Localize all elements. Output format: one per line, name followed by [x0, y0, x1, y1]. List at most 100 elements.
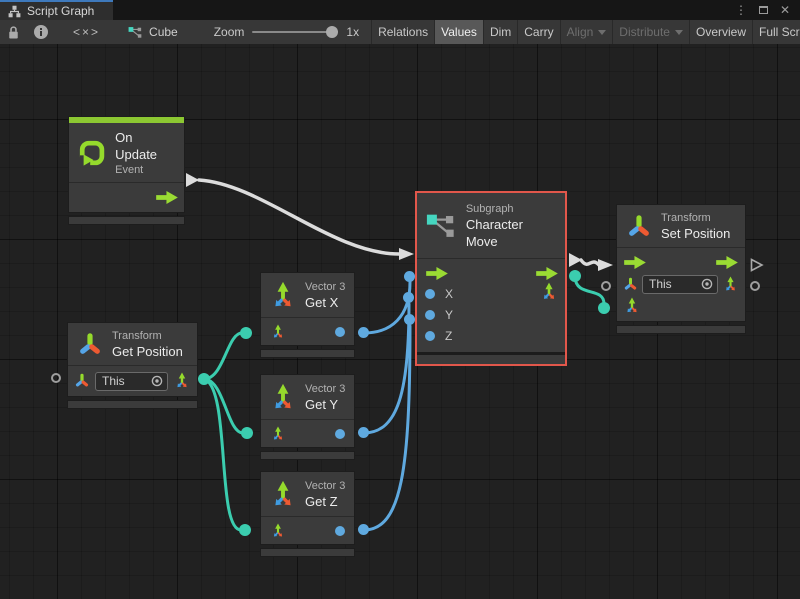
flow-output-port[interactable] — [715, 256, 739, 269]
script-graph-window: Script Graph ⋮ ✕ <×> Cube Zoom 1x Relati… — [0, 0, 800, 599]
object-picker-icon[interactable] — [151, 375, 163, 387]
toolbar-button-overview[interactable]: Overview — [689, 20, 752, 44]
zoom-label: Zoom — [214, 25, 245, 39]
node-title: Get Position — [112, 343, 183, 360]
vector3-icon — [539, 282, 559, 302]
node-get-position[interactable]: Transform Get Position — [67, 322, 198, 409]
wire-getz-to-charactermove-z[interactable] — [364, 326, 410, 530]
target-field[interactable] — [642, 275, 718, 294]
loop-event-icon — [78, 138, 106, 168]
graph-hierarchy-icon — [8, 5, 21, 18]
graph-toolbar: <×> Cube Zoom 1x Relations Values Dim Ca… — [0, 20, 800, 44]
value-output-port[interactable] — [335, 526, 345, 536]
charactermove-value-out-port[interactable] — [569, 270, 581, 282]
lock-button[interactable] — [0, 20, 27, 44]
getposition-value-out-port[interactable] — [198, 373, 210, 385]
wire-charactermove-to-setposition[interactable] — [581, 260, 599, 265]
input-port-z[interactable] — [425, 331, 435, 341]
value-output-port[interactable] — [335, 327, 345, 337]
toolbar-button-dim[interactable]: Dim — [483, 20, 517, 44]
getx-value-out-connector[interactable] — [358, 327, 369, 338]
setposition-target-in-port[interactable] — [601, 281, 611, 291]
object-picker-icon[interactable] — [701, 278, 713, 290]
toolbar-button-carry[interactable]: Carry — [517, 20, 559, 44]
charactermove-z-wire-end[interactable] — [404, 314, 415, 325]
node-get-z[interactable]: Vector 3 Get Z — [260, 471, 355, 557]
value-output-port[interactable] — [335, 429, 345, 439]
node-title: Get Z — [305, 493, 345, 510]
node-character-move[interactable]: Subgraph Character Move X — [415, 191, 567, 366]
node-title: Set Position — [661, 225, 730, 242]
toolbar-button-distribute: Distribute — [612, 20, 689, 44]
vector3-icon — [270, 324, 286, 340]
charactermove-y-wire-end[interactable] — [403, 292, 414, 303]
charactermove-flow-out-connector[interactable] — [569, 253, 582, 267]
breadcrumb[interactable]: Cube — [118, 20, 188, 44]
node-get-x[interactable]: Vector 3 Get X — [260, 272, 355, 358]
target-input[interactable] — [649, 277, 701, 291]
graph-canvas[interactable]: On Update Event Transform Get Position — [0, 44, 800, 599]
wire-charactermove-out-to-setposition-value[interactable] — [575, 277, 604, 304]
getposition-target-in-port[interactable] — [51, 373, 61, 383]
node-on-update[interactable]: On Update Event — [68, 116, 185, 225]
caret-down-icon — [675, 30, 683, 35]
flow-input-port[interactable] — [425, 267, 449, 280]
toolbar-button-relations[interactable]: Relations — [371, 20, 434, 44]
getz-value-in-port[interactable] — [239, 524, 251, 536]
tab-script-graph[interactable]: Script Graph — [0, 0, 113, 20]
tab-label: Script Graph — [27, 4, 94, 18]
lock-icon — [7, 25, 20, 40]
gety-value-in-port[interactable] — [241, 427, 253, 439]
close-button[interactable]: ✕ — [776, 2, 794, 18]
menu-kebab-icon[interactable]: ⋮ — [732, 2, 750, 18]
wire-onupdate-to-charactermove[interactable] — [199, 180, 399, 254]
node-get-y[interactable]: Vector 3 Get Y — [260, 374, 355, 460]
charactermove-flow-in-arrowhead[interactable] — [399, 248, 414, 260]
node-set-position[interactable]: Transform Set Position — [616, 204, 746, 334]
node-title: Get X — [305, 294, 345, 311]
maximize-icon — [759, 6, 768, 14]
setposition-value-in-port[interactable] — [598, 302, 610, 314]
input-port-x[interactable] — [425, 289, 435, 299]
setposition-flow-out-port[interactable] — [750, 258, 764, 272]
vector3-icon — [270, 426, 286, 442]
node-footer — [260, 548, 355, 557]
zoom-slider[interactable] — [252, 31, 338, 33]
gety-value-out-connector[interactable] — [358, 427, 369, 438]
setposition-flow-in-arrowhead[interactable] — [598, 259, 613, 271]
zoom-slider-handle[interactable] — [326, 26, 338, 38]
info-button[interactable] — [27, 20, 55, 44]
node-title: Get Y — [305, 396, 345, 413]
flow-output-port[interactable] — [535, 267, 559, 280]
caret-down-icon — [598, 30, 606, 35]
maximize-button[interactable] — [754, 2, 772, 18]
toolbar-button-values[interactable]: Values — [434, 20, 483, 44]
flow-input-port[interactable] — [623, 256, 647, 269]
node-footer — [260, 349, 355, 358]
flow-output-port[interactable] — [155, 191, 179, 204]
node-footer — [68, 216, 185, 225]
node-subtitle: Vector 3 — [305, 280, 345, 294]
node-footer — [67, 400, 198, 409]
wire-getposition-to-getx[interactable] — [204, 333, 242, 379]
code-view-button[interactable]: <×> — [55, 20, 118, 44]
vector3-icon — [268, 383, 298, 413]
vector3-icon — [268, 480, 298, 510]
onupdate-flow-out-connector[interactable] — [186, 173, 199, 187]
getz-value-out-connector[interactable] — [358, 524, 369, 535]
charactermove-x-wire-end[interactable] — [404, 271, 415, 282]
getx-value-in-port[interactable] — [240, 327, 252, 339]
port-label: X — [445, 287, 453, 301]
subgraph-icon — [128, 26, 143, 39]
setposition-value-out-port[interactable] — [750, 281, 760, 291]
target-field[interactable] — [95, 372, 168, 391]
node-subtitle: Transform — [661, 211, 730, 225]
wire-getx-to-charactermove-x[interactable] — [364, 282, 410, 333]
port-label: Y — [445, 308, 453, 322]
wire-getposition-to-gety[interactable] — [204, 379, 243, 433]
wire-gety-to-charactermove-y[interactable] — [364, 304, 409, 433]
node-footer — [616, 325, 746, 334]
toolbar-button-fullscreen[interactable]: Full Screen — [752, 20, 800, 44]
target-input[interactable] — [102, 374, 151, 388]
input-port-y[interactable] — [425, 310, 435, 320]
